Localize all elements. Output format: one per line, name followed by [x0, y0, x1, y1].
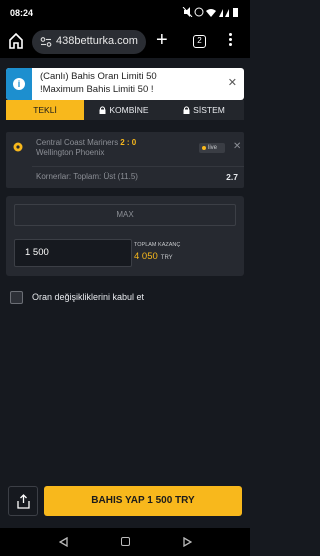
alarm-icon	[194, 7, 204, 17]
remove-bet-icon[interactable]: ✕	[233, 141, 241, 152]
back-icon[interactable]	[59, 537, 68, 547]
share-button[interactable]	[8, 486, 38, 516]
place-bet-button[interactable]: BAHIS YAP 1 500 TRY	[44, 486, 242, 516]
notice-message: (Canlı) Bahis Oran Limiti 50 !Maximum Ba…	[40, 71, 230, 96]
signal-icon	[219, 9, 223, 17]
divider	[32, 166, 244, 167]
live-dot-icon	[202, 146, 206, 150]
betslip-tabs: TEKLİ KOMBİNE SİSTEM	[6, 100, 244, 120]
live-badge-label: live	[208, 145, 218, 151]
away-team: Wellington Phoenix	[36, 148, 105, 157]
bet-odd: 2.7	[226, 172, 238, 182]
max-button[interactable]: MAX	[14, 204, 236, 226]
android-nav-bar	[0, 528, 250, 556]
tab-single-label: TEKLİ	[33, 105, 57, 115]
url-text: 438betturka.com	[56, 35, 138, 47]
status-icons	[182, 6, 242, 19]
lock-icon	[99, 106, 106, 114]
soccer-ball-icon	[13, 142, 23, 152]
site-settings-icon[interactable]	[40, 36, 52, 48]
stake-input[interactable]: 1 500	[14, 239, 132, 267]
browser-menu-icon[interactable]	[229, 33, 233, 49]
info-icon: i	[6, 68, 32, 100]
total-win-value: 4 050	[134, 251, 158, 262]
new-tab-icon[interactable]: +	[156, 30, 168, 50]
battery-icon	[233, 8, 238, 17]
limit-notice: i (Canlı) Bahis Oran Limiti 50 !Maximum …	[6, 68, 244, 100]
tab-single[interactable]: TEKLİ	[6, 100, 84, 120]
browser-toolbar: 438betturka.com + 2	[0, 26, 250, 58]
total-win-label: TOPLAM KAZANÇ	[134, 242, 181, 248]
tab-combined[interactable]: KOMBİNE	[84, 100, 164, 120]
status-bar: 08:24	[0, 0, 250, 26]
signal-icon	[225, 9, 229, 17]
home-nav-icon[interactable]	[121, 537, 130, 546]
notice-line-2: !Maximum Bahis Limiti 50 !	[40, 83, 154, 95]
close-icon[interactable]: ✕	[228, 76, 237, 89]
tab-system[interactable]: SİSTEM	[164, 100, 244, 120]
recents-icon[interactable]	[183, 537, 192, 547]
tab-system-label: SİSTEM	[193, 105, 225, 115]
match-score: 2 : 0	[120, 138, 137, 147]
live-badge: live	[199, 143, 225, 153]
system-icons	[182, 6, 238, 18]
address-bar[interactable]: 438betturka.com	[32, 30, 146, 54]
match-teams: Central Coast Mariners 2 : 0 Wellington P…	[36, 138, 136, 158]
bottom-action-bar: BAHIS YAP 1 500 TRY	[0, 480, 250, 528]
bet-market: Korner‌lar: Toplam: Üst (11.5)	[36, 172, 138, 181]
share-icon	[17, 494, 30, 509]
home-icon[interactable]	[8, 32, 24, 50]
accept-checkbox-label: Oran değişikliklerini kabul et	[32, 292, 145, 302]
tab-switcher-button[interactable]: 2	[193, 35, 206, 48]
accept-checkbox[interactable]	[10, 291, 23, 304]
lock-icon	[183, 106, 190, 114]
total-win-value-row: 4 050 TRY	[134, 251, 173, 262]
clock: 08:24	[10, 8, 34, 18]
wifi-icon	[206, 9, 216, 17]
total-win-currency: TRY	[160, 255, 173, 261]
home-team: Central Coast Mariners	[36, 138, 119, 147]
tab-combined-label: KOMBİNE	[109, 105, 149, 115]
notice-line-1: (Canlı) Bahis Oran Limiti 50	[40, 71, 157, 82]
stake-panel: MAX 1 500 TOPLAM KAZANÇ 4 050 TRY	[6, 196, 244, 276]
total-win: TOPLAM KAZANÇ 4 050 TRY	[134, 239, 236, 267]
bet-card: Central Coast Mariners 2 : 0 Wellington P…	[6, 132, 244, 188]
